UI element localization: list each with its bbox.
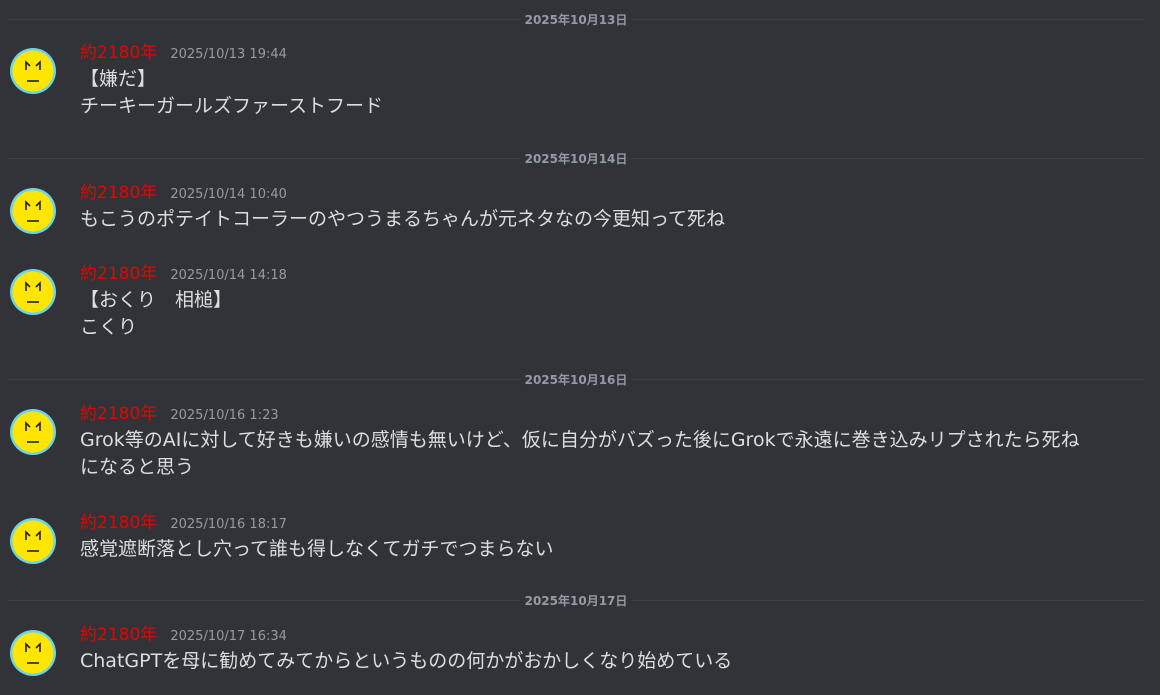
message-line: 【嫌だ】: [80, 68, 157, 90]
date-divider: 2025年10月14日: [8, 150, 1144, 168]
username[interactable]: 約2180年: [80, 625, 157, 645]
username[interactable]: 約2180年: [80, 264, 157, 284]
message-timestamp[interactable]: 2025/10/16 18:17: [170, 517, 287, 532]
message-line: こくり: [80, 316, 138, 338]
message-header: 約2180年 2025/10/16 1:23: [80, 403, 279, 425]
date-divider-label: 2025年10月13日: [520, 11, 632, 29]
message-timestamp[interactable]: 2025/10/14 14:18: [170, 268, 287, 283]
message-line: もこうのポテイトコーラーのやつうまるちゃんが元ネタなの今更知って死ね: [80, 208, 726, 230]
message-content: 感覚遮断落とし穴って誰も得しなくてガチでつまらない: [80, 536, 1140, 563]
message-timestamp[interactable]: 2025/10/14 10:40: [170, 187, 287, 202]
message-content: 【おくり 相槌】 こくり: [80, 287, 1140, 341]
avatar[interactable]: [9, 268, 57, 316]
message-header: 約2180年 2025/10/16 18:17: [80, 512, 287, 534]
message-header: 約2180年 2025/10/14 14:18: [80, 263, 287, 285]
message-line: ChatGPTを母に勧めてみてからというものの何かがおかしくなり始めている: [80, 650, 733, 672]
message-timestamp[interactable]: 2025/10/17 16:34: [170, 629, 287, 644]
chat-message-list[interactable]: 2025年10月13日 約2180年 2025/10/13 19:44 【嫌だ】…: [0, 0, 1160, 695]
username[interactable]: 約2180年: [80, 513, 157, 533]
date-divider-label: 2025年10月17日: [520, 592, 632, 610]
date-divider: 2025年10月13日: [8, 11, 1144, 29]
username[interactable]: 約2180年: [80, 43, 157, 63]
avatar[interactable]: [9, 408, 57, 456]
message-content: Grok等のAIに対して好きも嫌いの感情も無いけど、仮に自分がバズった後にGro…: [80, 427, 1140, 481]
date-divider: 2025年10月16日: [8, 371, 1144, 389]
message-header: 約2180年 2025/10/14 10:40: [80, 182, 287, 204]
avatar[interactable]: [9, 517, 57, 565]
date-divider-label: 2025年10月16日: [520, 371, 632, 389]
message-timestamp[interactable]: 2025/10/16 1:23: [170, 408, 278, 423]
date-divider: 2025年10月17日: [8, 592, 1144, 610]
message-content: ChatGPTを母に勧めてみてからというものの何かがおかしくなり始めている: [80, 648, 1140, 675]
message-line: チーキーガールズファーストフード: [80, 95, 384, 117]
message-line: 感覚遮断落とし穴って誰も得しなくてガチでつまらない: [80, 538, 554, 560]
message-line: Grok等のAIに対して好きも嫌いの感情も無いけど、仮に自分がバズった後にGro…: [80, 429, 1080, 451]
date-divider-label: 2025年10月14日: [520, 150, 632, 168]
message-header: 約2180年 2025/10/13 19:44: [80, 42, 287, 64]
avatar[interactable]: [9, 187, 57, 235]
message-line: 【おくり 相槌】: [80, 289, 233, 311]
avatar[interactable]: [9, 629, 57, 677]
username[interactable]: 約2180年: [80, 183, 157, 203]
message-header: 約2180年 2025/10/17 16:34: [80, 624, 287, 646]
message-content: もこうのポテイトコーラーのやつうまるちゃんが元ネタなの今更知って死ね: [80, 206, 1140, 233]
avatar[interactable]: [9, 47, 57, 95]
username[interactable]: 約2180年: [80, 404, 157, 424]
message-timestamp[interactable]: 2025/10/13 19:44: [170, 47, 287, 62]
message-line: になると思う: [80, 456, 195, 478]
message-content: 【嫌だ】 チーキーガールズファーストフード: [80, 66, 1140, 120]
